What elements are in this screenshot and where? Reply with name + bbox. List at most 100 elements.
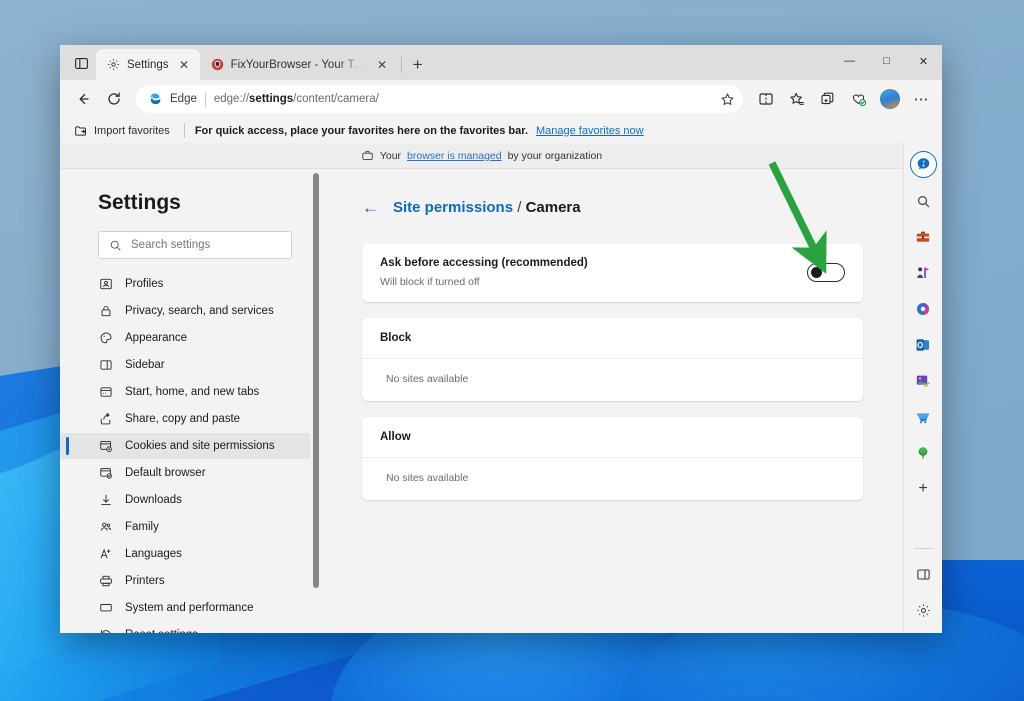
tab-fixyourbrowser[interactable]: FixYourBrowser - Your Trusted Gu ✕	[199, 49, 398, 80]
back-arrow-icon[interactable]: ←	[362, 199, 379, 216]
favorites-bar: Import favorites For quick access, place…	[60, 118, 942, 143]
browser-essentials-icon[interactable]	[844, 85, 873, 114]
tab-close-icon[interactable]: ✕	[176, 56, 193, 73]
search-input[interactable]	[131, 239, 285, 251]
edge-sidebar-divider	[913, 548, 933, 549]
tab-settings[interactable]: Settings ✕	[96, 49, 200, 80]
back-button[interactable]	[68, 85, 97, 114]
address-bar[interactable]: Edge edge://settings/content/camera/	[136, 85, 743, 113]
cookies-icon	[98, 438, 114, 454]
profile-avatar[interactable]	[880, 89, 900, 109]
new-tab-button[interactable]: +	[405, 51, 431, 77]
sidebar-item-label: Start, home, and new tabs	[125, 386, 260, 398]
sidebar-item-system-performance[interactable]: System and performance	[60, 595, 322, 621]
settings-and-more-icon[interactable]: ⋯	[907, 85, 936, 114]
managed-link[interactable]: browser is managed	[407, 150, 502, 162]
settings-body: Settings Search settings Profiles Privac…	[60, 169, 903, 633]
sidebar-item-family[interactable]: Family	[60, 514, 322, 540]
collections-icon[interactable]	[813, 85, 842, 114]
star-icon[interactable]	[715, 87, 739, 111]
import-favorites-icon	[74, 124, 88, 138]
settings-scrollbar-thumb[interactable]	[313, 173, 319, 588]
block-empty-text: No sites available	[386, 373, 469, 385]
sidebar-item-default-browser[interactable]: Default browser	[60, 460, 322, 486]
omnibox-url[interactable]: edge://settings/content/camera/	[214, 93, 707, 105]
sidebar-item-start-home[interactable]: Start, home, and new tabs	[60, 379, 322, 405]
default-browser-icon	[98, 465, 114, 481]
manage-favorites-link[interactable]: Manage favorites now	[536, 125, 644, 137]
games-icon[interactable]	[910, 260, 936, 286]
edge-browser-window: Settings ✕ FixYourBrowser - Your Trusted…	[60, 45, 942, 633]
sidebar-item-label: Appearance	[125, 332, 188, 344]
search-settings-box[interactable]	[98, 231, 292, 259]
settings-scrollbar-track[interactable]	[310, 169, 322, 633]
allow-section-header: Allow	[362, 417, 863, 458]
edge-logo-icon	[148, 92, 162, 106]
sidebar-item-profiles[interactable]: Profiles	[60, 271, 322, 297]
split-screen-icon[interactable]	[751, 85, 780, 114]
search-icon[interactable]	[910, 188, 936, 214]
image-editor-icon[interactable]	[910, 368, 936, 394]
close-button[interactable]: ✕	[905, 45, 942, 77]
printer-icon	[98, 573, 114, 589]
tab-label: FixYourBrowser - Your Trusted Gu	[230, 58, 367, 71]
breadcrumb-parent-link[interactable]: Site permissions	[393, 199, 513, 216]
block-card: Block No sites available	[362, 318, 863, 401]
download-icon	[98, 492, 114, 508]
omnibox-brand-label: Edge	[170, 93, 197, 105]
customize-sidebar-icon[interactable]: +	[910, 476, 936, 502]
sidebar-item-privacy[interactable]: Privacy, search, and services	[60, 298, 322, 324]
tools-icon[interactable]	[910, 224, 936, 250]
sidebar-item-label: Printers	[125, 575, 165, 587]
sidebar-item-label: Downloads	[125, 494, 182, 506]
managed-prefix: Your	[379, 149, 402, 162]
import-favorites-label: Import favorites	[94, 124, 170, 137]
family-icon	[98, 519, 114, 535]
sidebar-item-languages[interactable]: Languages	[60, 541, 322, 567]
shopping-icon[interactable]	[910, 404, 936, 430]
shield-favicon	[211, 58, 224, 71]
sidebar-item-share-copy[interactable]: Share, copy and paste	[60, 406, 322, 432]
breadcrumb: ← Site permissions / Camera	[362, 199, 863, 216]
page-wrapper: Your browser is managed by your organiza…	[60, 143, 942, 633]
sidebar-settings-icon[interactable]	[910, 597, 936, 623]
toggle-sidebar-icon[interactable]	[910, 561, 936, 587]
sidebar-icon	[98, 357, 114, 373]
sidebar-item-sidebar[interactable]: Sidebar	[60, 352, 322, 378]
allow-empty-text: No sites available	[386, 472, 469, 484]
palette-icon	[98, 330, 114, 346]
sidebar-item-label: Sidebar	[125, 359, 165, 371]
system-icon	[98, 600, 114, 616]
refresh-button[interactable]	[99, 85, 128, 114]
tab-close-icon[interactable]: ✕	[374, 56, 391, 73]
lock-icon	[98, 303, 114, 319]
tab-actions-icon[interactable]	[66, 49, 96, 77]
import-favorites-button[interactable]: Import favorites	[70, 122, 174, 140]
sidebar-item-cookies-and-site-permissions[interactable]: Cookies and site permissions	[60, 433, 322, 459]
drop-icon[interactable]	[910, 440, 936, 466]
block-section-header: Block	[362, 318, 863, 359]
sidebar-item-label: Share, copy and paste	[125, 413, 241, 425]
sidebar-item-label: System and performance	[125, 602, 254, 614]
sidebar-item-printers[interactable]: Printers	[60, 568, 322, 594]
sidebar-item-label: Profiles	[125, 278, 164, 290]
settings-content: ← Site permissions / Camera Ask before a…	[322, 169, 903, 633]
settings-nav: Settings Search settings Profiles Privac…	[60, 169, 322, 633]
add-favorite-icon[interactable]	[782, 85, 811, 114]
tab-label: Settings	[127, 58, 169, 71]
maximize-button[interactable]: □	[868, 45, 905, 77]
outlook-icon[interactable]	[910, 332, 936, 358]
tab-divider	[400, 57, 402, 73]
copilot-icon[interactable]	[909, 151, 937, 178]
allow-card: Allow No sites available	[362, 417, 863, 500]
sidebar-item-appearance[interactable]: Appearance	[60, 325, 322, 351]
languages-icon	[98, 546, 114, 562]
minimize-button[interactable]: —	[831, 45, 868, 77]
sidebar-item-reset-settings[interactable]: Reset settings	[60, 622, 322, 633]
page-title: Settings	[98, 191, 181, 214]
sidebar-item-label: Family	[125, 521, 159, 533]
settings-page: Your browser is managed by your organiza…	[60, 143, 903, 633]
microsoft-365-icon[interactable]	[910, 296, 936, 322]
ask-before-accessing-toggle[interactable]	[807, 263, 845, 282]
sidebar-item-downloads[interactable]: Downloads	[60, 487, 322, 513]
